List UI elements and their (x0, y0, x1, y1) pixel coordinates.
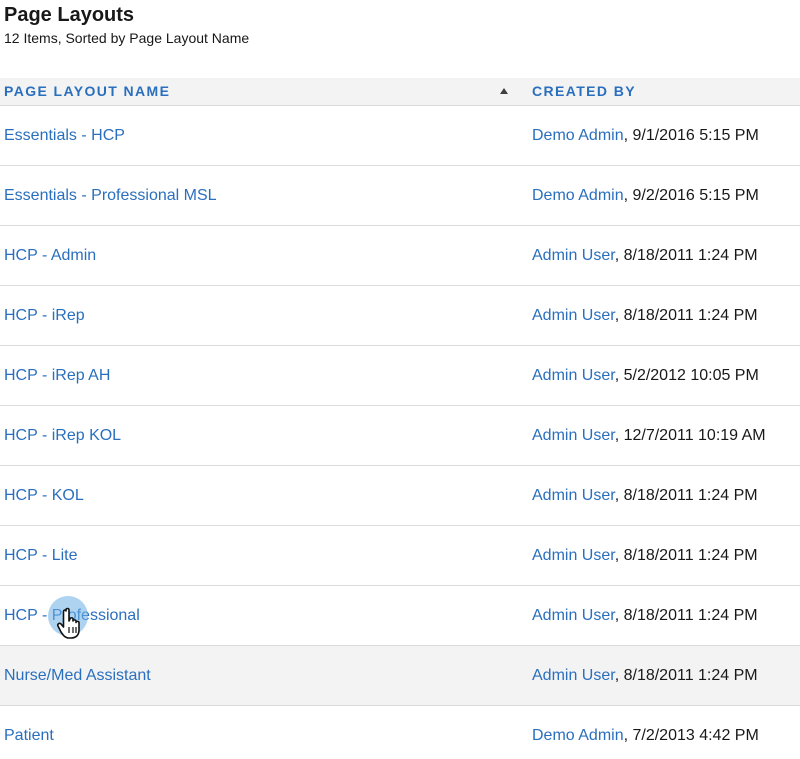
created-by-cell: Admin User, 8/18/2011 1:24 PM (532, 526, 758, 585)
table-row: Essentials - Professional MSL Demo Admin… (0, 166, 800, 226)
user-link[interactable]: Admin User (532, 667, 615, 684)
column-header-page-layout-name[interactable]: PAGE LAYOUT NAME (4, 78, 514, 105)
page-layout-link[interactable]: HCP - Admin (4, 226, 96, 285)
user-link[interactable]: Demo Admin (532, 187, 624, 204)
user-link[interactable]: Admin User (532, 427, 615, 444)
page-layout-link[interactable]: HCP - Professional (4, 586, 140, 645)
page-layout-link[interactable]: Patient (4, 706, 54, 759)
page-layout-link[interactable]: HCP - Lite (4, 526, 78, 585)
page: Page Layouts 12 Items, Sorted by Page La… (0, 0, 800, 759)
table-row: HCP - iRep Admin User, 8/18/2011 1:24 PM (0, 286, 800, 346)
table-row: HCP - Professional Admin User, 8/18/2011… (0, 586, 800, 646)
user-link[interactable]: Admin User (532, 247, 615, 264)
page-layouts-table: PAGE LAYOUT NAME CREATED BY Essentials -… (0, 78, 800, 759)
table-row: HCP - Lite Admin User, 8/18/2011 1:24 PM (0, 526, 800, 586)
created-by-cell: Admin User, 8/18/2011 1:24 PM (532, 286, 758, 345)
created-date: , 8/18/2011 1:24 PM (614, 607, 758, 624)
table-header: PAGE LAYOUT NAME CREATED BY (0, 78, 800, 106)
sort-ascending-icon[interactable] (500, 88, 508, 94)
user-link[interactable]: Admin User (532, 307, 615, 324)
created-date: , 7/2/2013 4:42 PM (623, 727, 759, 744)
page-layout-link[interactable]: Essentials - Professional MSL (4, 166, 217, 225)
table-row: Essentials - HCP Demo Admin, 9/1/2016 5:… (0, 106, 800, 166)
user-link[interactable]: Admin User (532, 607, 615, 624)
created-by-cell: Demo Admin, 9/1/2016 5:15 PM (532, 106, 759, 165)
table-row: HCP - KOL Admin User, 8/18/2011 1:24 PM (0, 466, 800, 526)
user-link[interactable]: Demo Admin (532, 127, 624, 144)
table-row: HCP - iRep KOL Admin User, 12/7/2011 10:… (0, 406, 800, 466)
created-by-cell: Admin User, 5/2/2012 10:05 PM (532, 346, 759, 405)
created-date: , 12/7/2011 10:19 AM (614, 427, 766, 444)
created-date: , 5/2/2012 10:05 PM (614, 367, 759, 384)
created-by-cell: Demo Admin, 9/2/2016 5:15 PM (532, 166, 759, 225)
created-by-cell: Admin User, 8/18/2011 1:24 PM (532, 646, 758, 705)
page-layout-link[interactable]: HCP - iRep AH (4, 346, 110, 405)
created-date: , 9/2/2016 5:15 PM (623, 187, 759, 204)
user-link[interactable]: Admin User (532, 547, 615, 564)
page-title: Page Layouts (4, 4, 135, 26)
table-row: Patient Demo Admin, 7/2/2013 4:42 PM (0, 706, 800, 759)
page-layout-link[interactable]: HCP - iRep (4, 286, 85, 345)
user-link[interactable]: Admin User (532, 367, 615, 384)
created-date: , 8/18/2011 1:24 PM (614, 667, 758, 684)
created-by-cell: Admin User, 8/18/2011 1:24 PM (532, 226, 758, 285)
table-row: HCP - Admin Admin User, 8/18/2011 1:24 P… (0, 226, 800, 286)
table-row: HCP - iRep AH Admin User, 5/2/2012 10:05… (0, 346, 800, 406)
user-link[interactable]: Demo Admin (532, 727, 624, 744)
created-by-cell: Admin User, 12/7/2011 10:19 AM (532, 406, 766, 465)
created-by-cell: Admin User, 8/18/2011 1:24 PM (532, 586, 758, 645)
list-header: Page Layouts 12 Items, Sorted by Page La… (4, 4, 249, 47)
created-date: , 8/18/2011 1:24 PM (614, 487, 758, 504)
created-by-cell: Demo Admin, 7/2/2013 4:42 PM (532, 706, 759, 759)
page-layout-link[interactable]: Essentials - HCP (4, 106, 125, 165)
created-date: , 9/1/2016 5:15 PM (623, 127, 759, 144)
list-info: 12 Items, Sorted by Page Layout Name (4, 30, 250, 46)
column-header-created-by[interactable]: CREATED BY (532, 78, 636, 105)
created-date: , 8/18/2011 1:24 PM (614, 547, 758, 564)
created-date: , 8/18/2011 1:24 PM (614, 247, 758, 264)
page-layout-link[interactable]: HCP - KOL (4, 466, 84, 525)
created-by-cell: Admin User, 8/18/2011 1:24 PM (532, 466, 758, 525)
page-layout-link[interactable]: HCP - iRep KOL (4, 406, 121, 465)
created-date: , 8/18/2011 1:24 PM (614, 307, 758, 324)
column-header-label: CREATED BY (532, 83, 636, 99)
page-layout-link[interactable]: Nurse/Med Assistant (4, 646, 151, 705)
table-row: Nurse/Med Assistant Admin User, 8/18/201… (0, 646, 800, 706)
user-link[interactable]: Admin User (532, 487, 615, 504)
column-header-label: PAGE LAYOUT NAME (4, 83, 171, 99)
